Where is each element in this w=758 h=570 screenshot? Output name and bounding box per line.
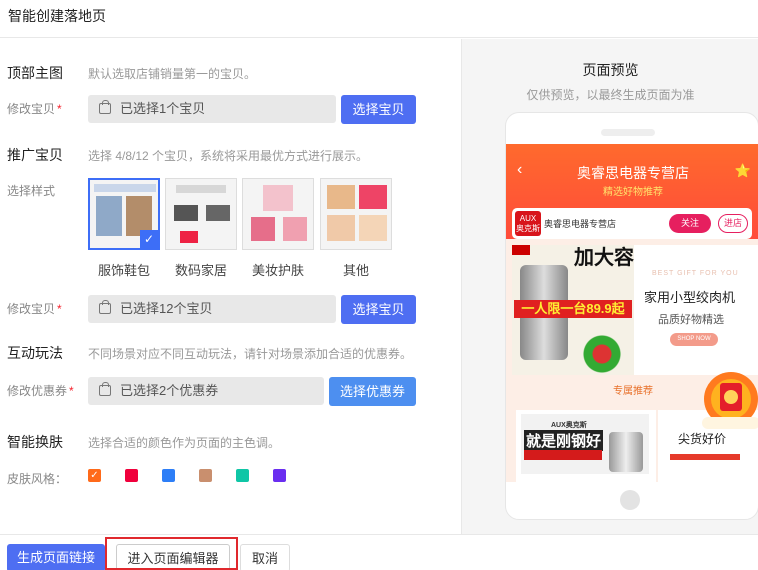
style-card-beauty[interactable] xyxy=(242,178,314,250)
style-name-digital: 数码家居 xyxy=(174,263,227,278)
title-bar: 智能创建落地页 xyxy=(0,0,758,38)
top-image-selection-field[interactable]: 已选择1个宝贝 xyxy=(88,95,336,123)
section-desc-skin: 选择合适的颜色作为页面的主色调。 xyxy=(88,436,281,450)
settings-panel: 顶部主图 默认选取店铺销量第一的宝贝。 修改宝贝 * 已选择1个宝贝 选择宝贝 推… xyxy=(0,39,461,534)
select-item-button[interactable]: 选择宝贝 xyxy=(341,95,416,124)
share-icon[interactable]: ⭐ xyxy=(735,163,751,179)
style-card-apparel[interactable]: ✓ xyxy=(88,178,160,250)
banner-subhead: 品质好物精选 xyxy=(658,314,724,326)
section-title-interactive: 互动玩法 xyxy=(7,345,63,361)
skin-color-swatch[interactable] xyxy=(162,469,175,482)
store-slogan: 精选好物推荐 xyxy=(603,187,663,198)
vegetables-image xyxy=(582,335,632,373)
preview-panel: 页面预览 仅供预览，以最终生成页面为准 ‹ 奥睿思电器专营店 精选好物推荐 ⭐ … xyxy=(461,39,758,534)
select-coupon-button[interactable]: 选择优惠券 xyxy=(329,377,416,406)
shop-now-button[interactable]: SHOP NOW xyxy=(670,333,718,346)
section-title-skin: 智能换肤 xyxy=(7,434,63,450)
section-desc-top-image: 默认选取店铺销量第一的宝贝。 xyxy=(88,67,257,81)
section-desc-promo: 选择 4/8/12 个宝贝，系统将采用最优方式进行展示。 xyxy=(88,149,369,163)
skin-style-label: 皮肤风格： xyxy=(7,472,68,486)
phone-home-button xyxy=(620,490,640,510)
cancel-button[interactable]: 取消 xyxy=(240,544,290,570)
bag-icon xyxy=(99,382,111,396)
section-title-promo: 推广宝贝 xyxy=(7,147,63,163)
generate-link-button[interactable]: 生成页面链接 xyxy=(7,544,105,570)
follow-button[interactable]: 关注 xyxy=(669,214,711,233)
preview-subtitle: 仅供预览，以最终生成页面为准 xyxy=(526,88,695,102)
modify-item-label: 修改宝贝 * xyxy=(7,102,62,116)
style-name-beauty: 美妆护肤 xyxy=(251,263,304,278)
skin-color-swatch[interactable] xyxy=(125,469,138,482)
style-card-other[interactable] xyxy=(320,178,392,250)
banner-product-image: 加大容 一人限一台89.9起 xyxy=(512,245,634,375)
top-banner: 加大容 一人限一台89.9起 BEST GIFT FOR YOU 家用小型绞肉机… xyxy=(512,245,758,375)
coupon-selection-field[interactable]: 已选择2个优惠券 xyxy=(88,377,324,405)
skin-color-swatch[interactable] xyxy=(236,469,249,482)
banner-headline: 家用小型绞肉机 xyxy=(644,290,736,305)
style-label: 选择样式 xyxy=(7,184,56,198)
modify-item-label: 修改宝贝 * xyxy=(7,302,62,316)
preview-title: 页面预览 xyxy=(582,62,639,78)
phone-speaker xyxy=(601,129,655,136)
style-name-apparel: 服饰鞋包 xyxy=(97,263,150,278)
product-headline: 就是刚钢好 xyxy=(524,430,604,451)
shop-name: 奥睿思电器专营店 xyxy=(544,219,617,229)
coupon-selected-text: 已选择2个优惠券 xyxy=(120,383,219,398)
style-name-other: 其他 xyxy=(342,263,369,278)
section-desc-interactive: 不同场景对应不同互动玩法，请针对场景添加合适的优惠券。 xyxy=(88,347,413,361)
product-brand: AUX奥克斯 xyxy=(551,422,587,429)
product-card-image: AUX奥克斯 就是刚钢好 xyxy=(521,414,649,474)
banner-big-text: 加大容 xyxy=(574,247,634,269)
shop-bar: AUX 奥克斯 奥睿思电器专营店 关注 进店 xyxy=(512,208,752,239)
window-title: 智能创建落地页 xyxy=(8,8,106,24)
phone-mockup: ‹ 奥睿思电器专营店 精选好物推荐 ⭐ AUX 奥克斯 奥睿思电器专营店 关注 … xyxy=(505,112,758,520)
lucky-draw-badge-icon[interactable] xyxy=(700,369,758,435)
product-card[interactable]: AUX奥克斯 就是刚钢好 xyxy=(516,410,656,482)
store-name: 奥睿思电器专营店 xyxy=(577,165,689,181)
skin-color-swatch[interactable] xyxy=(199,469,212,482)
enter-store-button[interactable]: 进店 xyxy=(718,214,748,233)
banner-price-strip: 一人限一台89.9起 xyxy=(514,300,632,318)
banner-english: BEST GIFT FOR YOU xyxy=(652,270,739,277)
top-image-selected-text: 已选择1个宝贝 xyxy=(120,101,206,116)
section-title-top-image: 顶部主图 xyxy=(7,65,63,81)
style-card-digital[interactable] xyxy=(165,178,237,250)
highlight-box xyxy=(105,537,238,570)
bag-icon xyxy=(99,100,111,114)
promo-selected-text: 已选择12个宝贝 xyxy=(120,301,213,316)
promo-selection-field[interactable]: 已选择12个宝贝 xyxy=(88,295,336,323)
grinder-image xyxy=(609,432,643,472)
check-icon: ✓ xyxy=(140,230,158,248)
skin-color-swatch[interactable]: ✓ xyxy=(88,469,101,482)
modify-coupon-label: 修改优惠券 * xyxy=(7,384,74,398)
select-item-button[interactable]: 选择宝贝 xyxy=(341,295,416,324)
skin-color-swatch[interactable] xyxy=(273,469,286,482)
shop-logo: AUX 奥克斯 xyxy=(515,211,541,236)
bag-icon xyxy=(99,300,111,314)
